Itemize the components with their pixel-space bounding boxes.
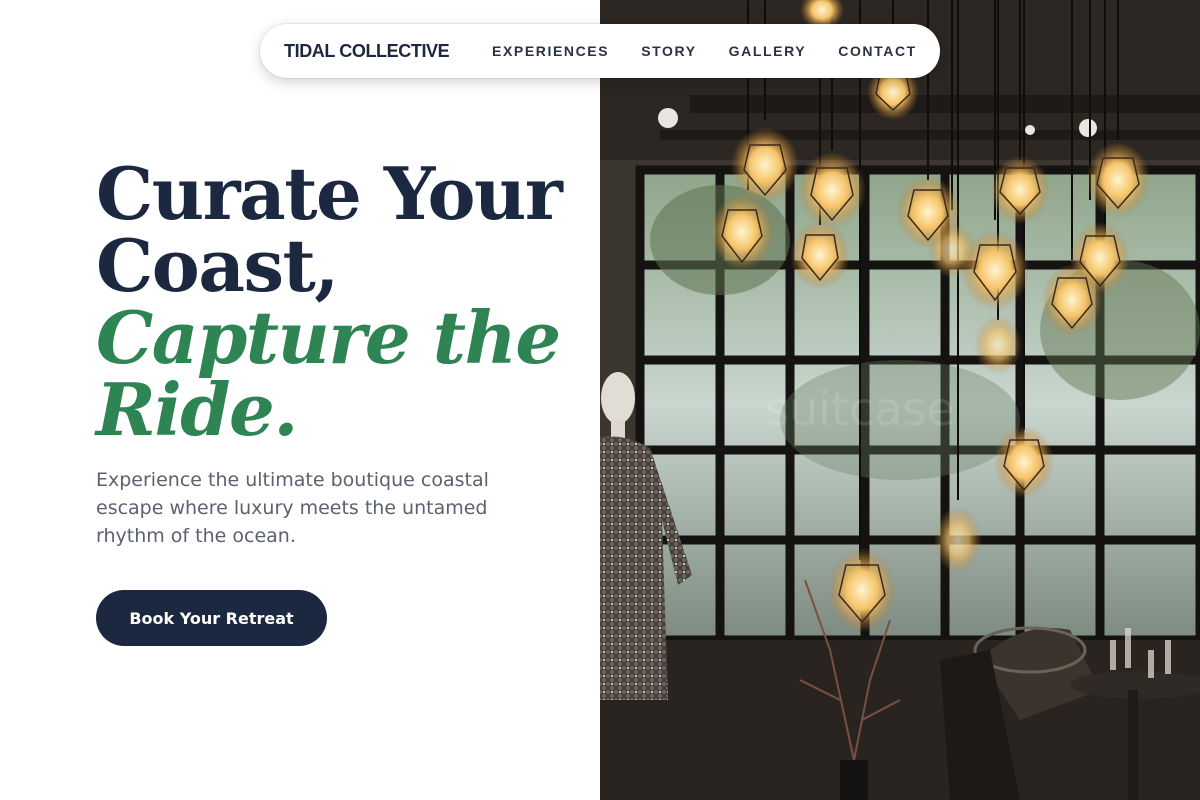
svg-text:suitcase: suitcase [765, 382, 955, 436]
headline-line-4: Ride. [96, 367, 298, 452]
top-navigation: TIDAL COLLECTIVE EXPERIENCES STORY GALLE… [260, 24, 940, 78]
headline-line-1: Curate Your [96, 151, 563, 236]
headline-line-3: Capture the [96, 295, 561, 380]
hero-photo: suitcase [600, 0, 1200, 800]
hero-description: Experience the ultimate boutique coastal… [96, 469, 489, 547]
headline-line-2: Coast, [96, 223, 339, 308]
hero-headline: Curate Your Coast, Capture the Ride. [96, 158, 576, 446]
book-retreat-button[interactable]: Book Your Retreat [96, 590, 327, 646]
photo-illustration: suitcase [600, 0, 1200, 800]
brand-logo[interactable]: TIDAL COLLECTIVE [284, 24, 450, 78]
nav-link-gallery[interactable]: GALLERY [729, 43, 807, 59]
nav-link-story[interactable]: STORY [641, 43, 696, 59]
hero-section: Curate Your Coast, Capture the Ride. Exp… [0, 0, 600, 800]
nav-link-contact[interactable]: CONTACT [838, 43, 917, 59]
nav-links: EXPERIENCES STORY GALLERY CONTACT [492, 24, 917, 78]
nav-link-experiences[interactable]: EXPERIENCES [492, 43, 609, 59]
